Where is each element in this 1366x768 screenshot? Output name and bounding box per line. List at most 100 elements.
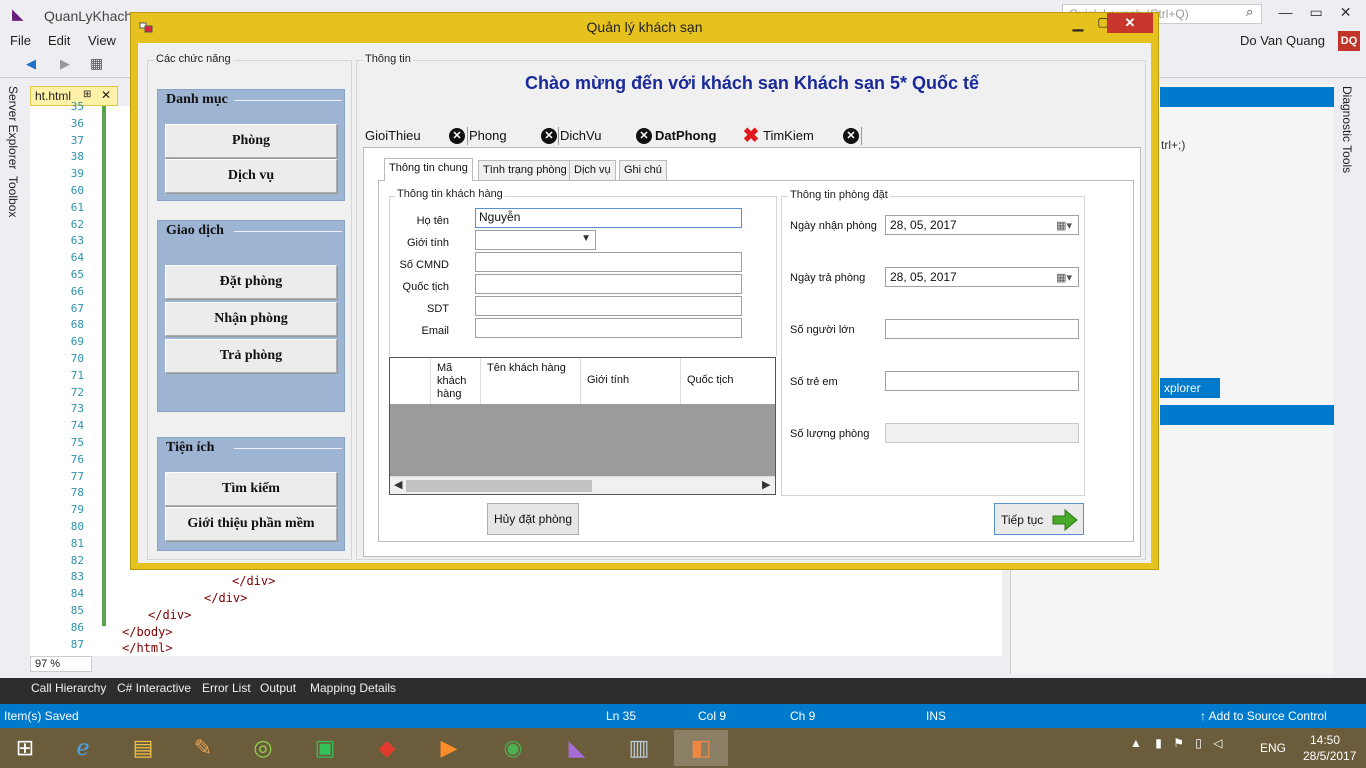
code-line[interactable]: </body> [122,625,173,639]
flag-icon[interactable]: ⚑ [1173,736,1184,750]
tab-phong[interactable]: Phong ✕ [469,125,560,147]
close-tab-icon[interactable]: ✕ [541,128,557,144]
clock-time[interactable]: 14:50 [1310,733,1340,747]
menu-file[interactable]: File [10,33,31,48]
forward-icon[interactable]: ▶ [60,56,70,72]
nationality-input[interactable] [475,274,742,294]
tab-notes[interactable]: Ghi chú [619,160,667,180]
new-item-icon[interactable]: ▦ [90,55,103,72]
tab-room-status[interactable]: Tình trạng phòng [478,160,572,180]
column-customer-name[interactable]: Tên khách hàng [481,358,581,404]
hotel-app-icon[interactable]: ◧ [674,730,728,766]
chrome-icon[interactable]: ◉ [486,730,540,766]
close-icon[interactable]: ✕ [1340,4,1352,24]
store-icon[interactable]: ▣ [298,730,352,766]
tab-timkiem[interactable]: TimKiem ✕ [763,125,863,147]
pin-icon[interactable]: ⊞ [83,89,91,100]
children-input[interactable] [885,371,1079,391]
internet-explorer-icon[interactable]: ℯ [56,730,110,766]
rooms-button[interactable]: Phòng [165,124,337,158]
calendar-icon[interactable]: ▦▾ [1056,219,1072,232]
tab-csharp-interactive[interactable]: C# Interactive [117,681,191,695]
menu-edit[interactable]: Edit [48,33,70,48]
minimize-button[interactable]: ▁ [1066,15,1090,35]
monitor-icon[interactable]: ▥ [612,730,666,766]
book-room-button[interactable]: Đặt phòng [165,265,337,299]
vs-user-name[interactable]: Do Van Quang [1240,33,1325,48]
battery-icon[interactable]: ▯ [1195,736,1202,750]
zoom-select[interactable]: 97 % [30,656,92,672]
checkout-date-picker[interactable]: 28, 05, 2017 ▦▾ [885,267,1079,287]
tab-call-hierarchy[interactable]: Call Hierarchy [31,681,106,695]
menu-view[interactable]: View [88,33,116,48]
code-line[interactable]: </div> [148,608,191,622]
network-icon[interactable]: ▮ [1155,736,1162,750]
visual-studio-icon[interactable]: ◣ [550,730,604,766]
tab-general-info[interactable]: Thông tin chung [384,158,473,181]
toolbox-tab[interactable]: Toolbox [6,176,20,217]
volume-icon[interactable]: ◁ [1213,736,1222,750]
calendar-icon[interactable]: ▦▾ [1056,271,1072,284]
about-button[interactable]: Giới thiệu phần mềm [165,507,337,541]
window-title: Quản lý khách sạn [586,19,703,35]
paint-icon[interactable]: ✎ [176,730,230,766]
window-titlebar[interactable]: Quản lý khách sạn ▁ ▢ ✕ [131,13,1158,41]
continue-button[interactable]: Tiếp tục [994,503,1084,535]
check-in-button[interactable]: Nhận phòng [165,302,337,336]
adults-input[interactable] [885,319,1079,339]
check-out-button[interactable]: Trả phòng [165,339,337,373]
app-icon[interactable]: ◆ [360,730,414,766]
close-tab-icon[interactable]: ✕ [843,128,859,144]
source-control-button[interactable]: ↑ Add to Source Control [1200,709,1327,723]
tab-error-list[interactable]: Error List [202,681,251,695]
column-customer-id[interactable]: Mã khách hàng [431,358,481,404]
close-icon[interactable]: ✕ [101,88,111,102]
language-indicator[interactable]: ENG [1260,741,1286,755]
search-button[interactable]: Tìm kiếm [165,472,337,506]
tab-mapping-details[interactable]: Mapping Details [310,681,396,695]
maximize-icon[interactable]: ▭ [1310,4,1323,24]
name-input[interactable]: Nguyễn [475,208,742,228]
tab-datphong[interactable]: DatPhong ✖ [655,125,763,147]
solution-explorer-tab[interactable]: xplorer [1160,378,1220,398]
tab-dichvu[interactable]: DichVu ✕ [560,125,655,147]
system-tray[interactable]: ▲ ▮ ⚑ ▯ ◁ [1130,736,1222,750]
code-line[interactable]: </div> [204,591,247,605]
customer-grid[interactable]: Mã khách hàng Tên khách hàng Giới tính Q… [389,357,776,495]
server-explorer-tab[interactable]: Server Explorer [6,86,20,169]
avatar[interactable]: DQ [1338,31,1360,51]
tab-gioithieu[interactable]: GioiThieu ✕ [365,125,469,147]
start-button[interactable]: ⊞ [6,734,44,762]
code-line[interactable]: </html> [122,641,173,655]
tab-services[interactable]: Dịch vụ [569,160,616,180]
chevron-up-icon[interactable]: ▲ [1130,736,1142,750]
media-player-icon[interactable]: ▶ [422,730,476,766]
close-tab-icon[interactable]: ✕ [449,128,465,144]
scrollbar-thumb[interactable] [406,480,592,492]
gender-select[interactable]: ▼ [475,230,596,250]
horizontal-scrollbar[interactable]: ◀ ▶ [390,476,775,494]
email-input[interactable] [475,318,742,338]
column-gender[interactable]: Giới tính [581,358,681,404]
services-button[interactable]: Dịch vụ [165,159,337,193]
scroll-left-icon[interactable]: ◀ [394,478,402,491]
diagnostic-tools-tab[interactable]: Diagnostic Tools [1340,86,1354,173]
phone-input[interactable] [475,296,742,316]
checkin-date-picker[interactable]: 28, 05, 2017 ▦▾ [885,215,1079,235]
id-number-input[interactable] [475,252,742,272]
clock-date[interactable]: 28/5/2017 [1303,749,1356,763]
panel-search-hint[interactable]: trl+;) [1161,138,1185,152]
cancel-booking-button[interactable]: Hủy đặt phòng [487,503,579,535]
close-tab-icon[interactable]: ✕ [636,128,652,144]
code-line[interactable]: </div> [232,574,275,588]
back-icon[interactable]: ◀ [26,56,36,72]
minimize-icon[interactable]: — [1279,4,1293,24]
close-tab-icon[interactable]: ✖ [741,126,761,146]
column-nationality[interactable]: Quốc tịch [681,358,775,404]
scroll-right-icon[interactable]: ▶ [762,478,770,491]
file-explorer-icon[interactable]: ▤ [116,730,170,766]
tab-output[interactable]: Output [260,681,296,695]
vs-window-controls[interactable]: — ▭ ✕ [1270,4,1360,24]
app-icon[interactable]: ◎ [236,730,290,766]
close-button[interactable]: ✕ [1107,13,1153,33]
